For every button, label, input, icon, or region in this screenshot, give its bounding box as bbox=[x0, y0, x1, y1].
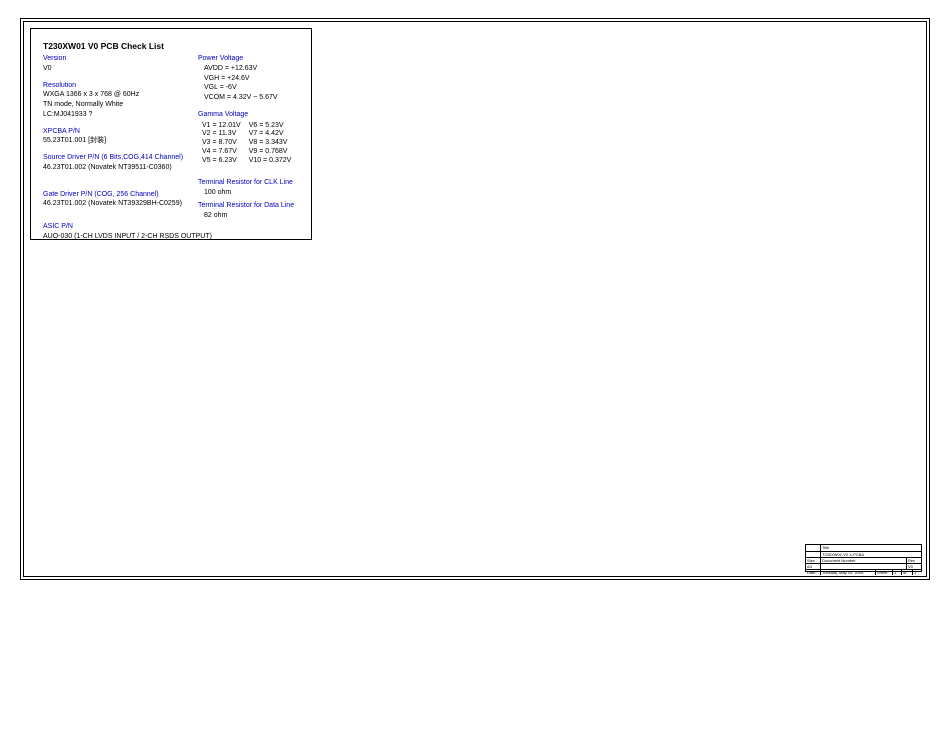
power-voltage-label: Power Voltage bbox=[198, 55, 318, 64]
section-term-clk: Terminal Resistor for CLK Line 100 ohm bbox=[198, 179, 318, 198]
tb-cell bbox=[806, 545, 821, 551]
gamma-value: V4 = 7.67V bbox=[202, 148, 241, 157]
tb-sheet-total: 1 bbox=[913, 570, 921, 575]
gamma-value: V8 = 3.343V bbox=[249, 139, 292, 148]
term-clk-value: 100 ohm bbox=[204, 189, 318, 198]
gamma-col-1: V1 = 12.01V V2 = 11.3V V3 = 8.70V V4 = 7… bbox=[202, 122, 241, 166]
checklist-title: T230XW01 V0 PCB Check List bbox=[43, 41, 301, 52]
section-power-voltage: Power Voltage AVDD = +12.63V VGH = +24.6… bbox=[198, 55, 318, 103]
tb-sheet-label: Sheet bbox=[876, 570, 893, 575]
source-driver-value: 46.23T01.002 (Novatek NT39511-C0360) bbox=[43, 164, 193, 173]
section-gate-driver: Gate Driver P/N (COG, 256 Channel) 46.23… bbox=[43, 191, 193, 210]
titleblock-row: Size Document Number Rev bbox=[806, 557, 921, 563]
tb-rev-label: Rev bbox=[907, 558, 921, 563]
tb-size-value: A3 bbox=[806, 564, 821, 569]
gamma-value: V1 = 12.01V bbox=[202, 122, 241, 131]
tb-docnum-label: Document Number bbox=[821, 558, 907, 563]
tb-sheet-of: of bbox=[902, 570, 913, 575]
gamma-voltage-label: Gamma Voltage bbox=[198, 111, 318, 120]
checklist-content: T230XW01 V0 PCB Check List Version V0 Re… bbox=[43, 41, 301, 56]
gamma-col-2: V6 = 5.23V V7 = 4.42V V8 = 3.343V V9 = 0… bbox=[249, 122, 292, 166]
tb-size-label: Size bbox=[806, 558, 821, 563]
gate-driver-value: 46.23T01.002 (Novatek NT39329BH-C0259) bbox=[43, 200, 193, 209]
checklist-box: T230XW01 V0 PCB Check List Version V0 Re… bbox=[30, 28, 312, 240]
term-data-value: 82 ohm bbox=[204, 212, 318, 221]
tb-date-value: Tuesday, May 10, 2005 bbox=[821, 570, 876, 575]
tb-cell bbox=[806, 552, 821, 557]
section-term-data: Terminal Resistor for Data Line 82 ohm bbox=[198, 202, 318, 221]
gate-driver-label: Gate Driver P/N (COG, 256 Channel) bbox=[43, 191, 193, 200]
tb-docnum-value bbox=[821, 564, 907, 569]
gamma-value: V6 = 5.23V bbox=[249, 122, 292, 131]
xpcba-label: XPCBA P/N bbox=[43, 128, 193, 137]
power-line: AVDD = +12.63V bbox=[204, 65, 318, 74]
titleblock-row: A3 V0 bbox=[806, 563, 921, 569]
left-column: Version V0 Resolution WXGA 1366 x 3 x 76… bbox=[43, 55, 193, 250]
gamma-voltage-table: V1 = 12.01V V2 = 11.3V V3 = 8.70V V4 = 7… bbox=[202, 122, 318, 166]
titleblock-row: T230XW01 V0 X-PCBA bbox=[806, 551, 921, 557]
resolution-line: WXGA 1366 x 3 x 768 @ 60Hz bbox=[43, 91, 193, 100]
section-asic: ASIC P/N AUO-030 (1-CH LVDS INPUT / 2-CH… bbox=[43, 223, 193, 242]
section-xpcba: XPCBA P/N 55.23T01.001 [封裝] bbox=[43, 128, 193, 147]
xpcba-value: 55.23T01.001 [封裝] bbox=[43, 137, 193, 146]
tb-title-label: Title bbox=[821, 545, 921, 551]
tb-title-value: T230XW01 V0 X-PCBA bbox=[821, 552, 921, 557]
term-data-label: Terminal Resistor for Data Line bbox=[198, 202, 318, 211]
drawing-frame-outer: T230XW01 V0 PCB Check List Version V0 Re… bbox=[20, 18, 930, 580]
version-value: V0 bbox=[43, 65, 193, 74]
resolution-label: Resolution bbox=[43, 82, 193, 91]
resolution-line: LC:MJ041933 ? bbox=[43, 111, 193, 120]
gamma-value: V10 = 0.372V bbox=[249, 157, 292, 166]
gamma-value: V7 = 4.42V bbox=[249, 130, 292, 139]
section-version: Version V0 bbox=[43, 55, 193, 74]
source-driver-label: Source Driver P/N (6 Bits,COG,414 Channe… bbox=[43, 154, 193, 163]
power-line: VGH = +24.6V bbox=[204, 75, 318, 84]
tb-rev-value: V0 bbox=[907, 564, 921, 569]
titleblock-row: Title bbox=[806, 545, 921, 551]
section-gamma-voltage: Gamma Voltage V1 = 12.01V V2 = 11.3V V3 … bbox=[198, 111, 318, 166]
right-column: Power Voltage AVDD = +12.63V VGH = +24.6… bbox=[198, 55, 318, 228]
section-resolution: Resolution WXGA 1366 x 3 x 768 @ 60Hz TN… bbox=[43, 82, 193, 120]
power-line: VCOM = 4.32V ~ 5.67V bbox=[204, 94, 318, 103]
titleblock-row: Date: Tuesday, May 10, 2005 Sheet 1 of 1 bbox=[806, 569, 921, 575]
power-line: VGL = -6V bbox=[204, 84, 318, 93]
resolution-line: TN mode, Normally White bbox=[43, 101, 193, 110]
tb-date-label: Date: bbox=[806, 570, 821, 575]
drawing-frame-inner: T230XW01 V0 PCB Check List Version V0 Re… bbox=[23, 21, 927, 577]
gamma-value: V5 = 6.23V bbox=[202, 157, 241, 166]
gamma-value: V9 = 0.768V bbox=[249, 148, 292, 157]
gamma-value: V2 = 11.3V bbox=[202, 130, 241, 139]
gamma-value: V3 = 8.70V bbox=[202, 139, 241, 148]
title-block: Title T230XW01 V0 X-PCBA Size Document N… bbox=[805, 544, 922, 572]
tb-sheet-num: 1 bbox=[893, 570, 902, 575]
asic-value: AUO-030 (1-CH LVDS INPUT / 2-CH RSDS OUT… bbox=[43, 233, 193, 242]
version-label: Version bbox=[43, 55, 193, 64]
section-source-driver: Source Driver P/N (6 Bits,COG,414 Channe… bbox=[43, 154, 193, 173]
asic-label: ASIC P/N bbox=[43, 223, 193, 232]
term-clk-label: Terminal Resistor for CLK Line bbox=[198, 179, 318, 188]
schematic-sheet: T230XW01 V0 PCB Check List Version V0 Re… bbox=[0, 0, 950, 735]
